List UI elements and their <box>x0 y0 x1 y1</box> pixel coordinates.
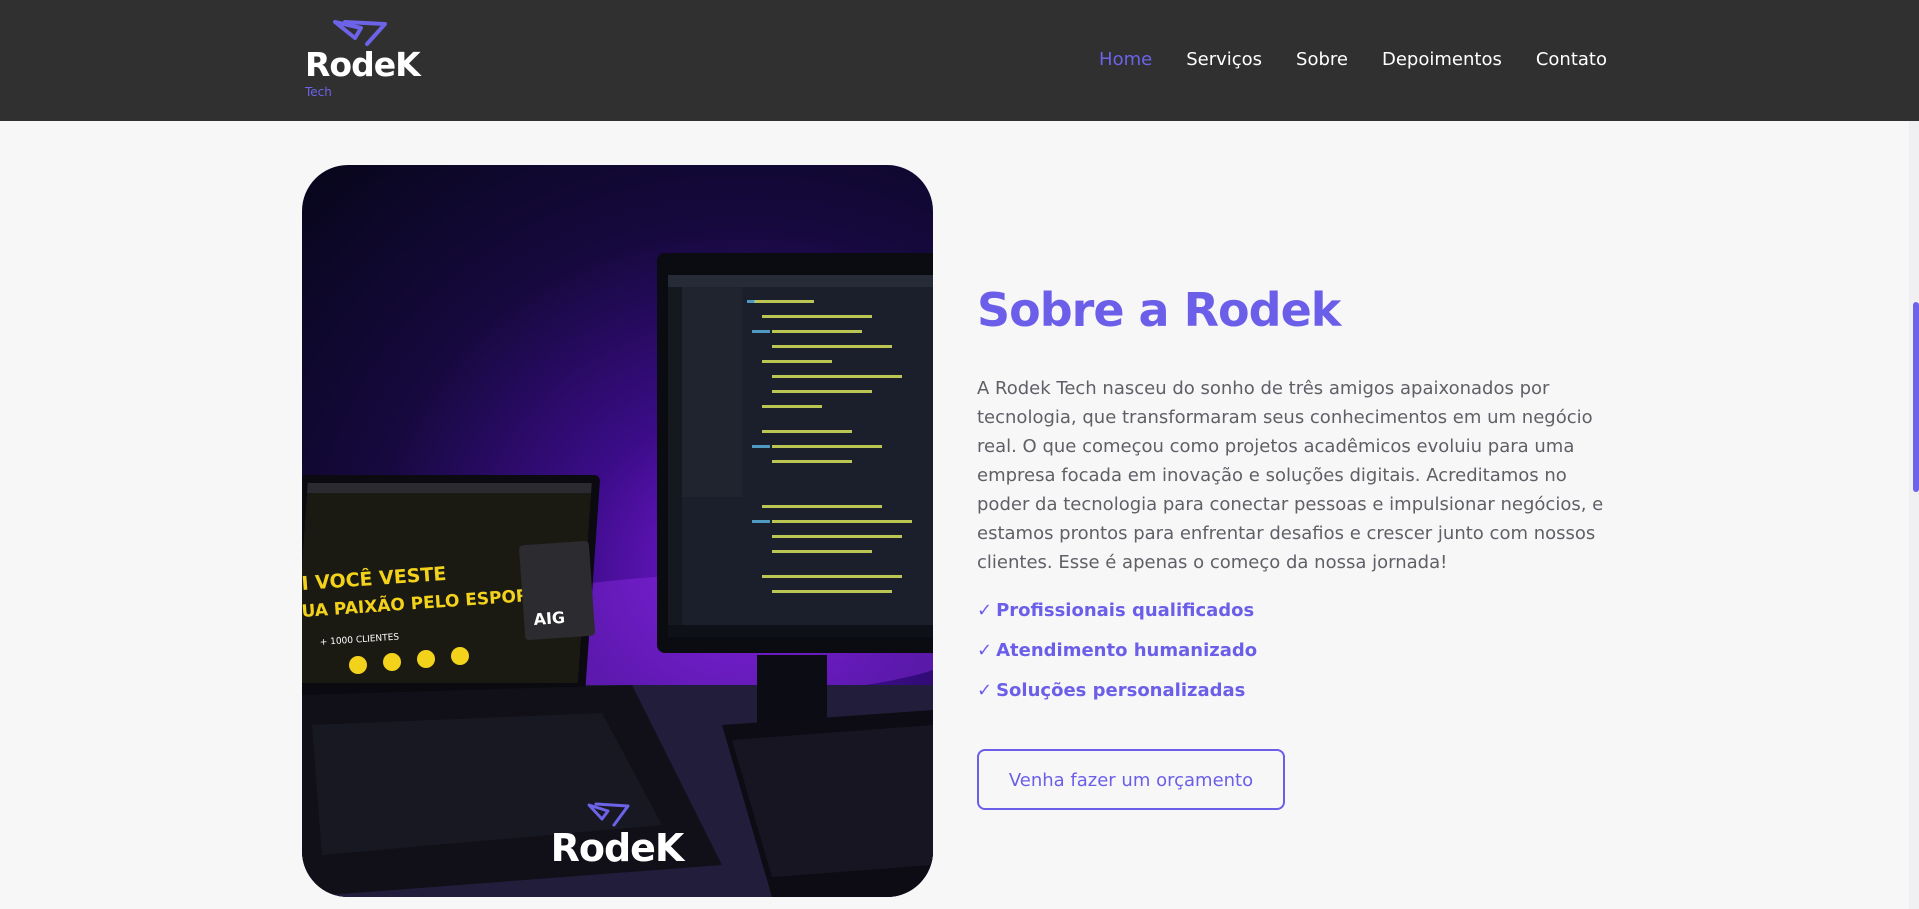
laptop-badge: AIG <box>533 608 566 629</box>
feature-label: Atendimento humanizado <box>996 640 1258 661</box>
nav-item-depoimentos[interactable]: Depoimentos <box>1382 48 1502 72</box>
feature-list: ✓ Profissionais qualificados ✓ Atendimento… <box>977 599 1617 703</box>
about-description: A Rodek Tech nasceu do sonho de três ami… <box>977 378 1604 573</box>
nav-item-home[interactable]: Home <box>1099 48 1152 72</box>
site-header: RodeK Tech Home Serviços Sobre Depoiment… <box>0 0 1919 121</box>
about-section: Sobre a Rodek A Rodek Tech nasceu do son… <box>977 280 1617 810</box>
check-icon: ✓ <box>977 600 993 621</box>
feature-item: ✓ Profissionais qualificados <box>977 599 1617 623</box>
scrollbar-thumb[interactable] <box>1913 302 1919 492</box>
feature-label: Soluções personalizadas <box>996 680 1246 701</box>
feature-label: Profissionais qualificados <box>996 600 1255 621</box>
logo[interactable]: RodeK Tech <box>302 18 422 102</box>
about-photo: I VOCÊ VESTE UA PAIXÃO PELO ESPORTE. + 1… <box>302 165 933 897</box>
main-nav: Home Serviços Sobre Depoimentos Contato <box>1099 48 1607 72</box>
scrollbar-track[interactable] <box>1909 121 1919 909</box>
laptop-and-monitor-icon: I VOCÊ VESTE UA PAIXÃO PELO ESPORTE. + 1… <box>302 253 933 897</box>
logo-wordmark: RodeK <box>305 45 421 84</box>
nav-item-servicos[interactable]: Serviços <box>1186 48 1262 72</box>
check-icon: ✓ <box>977 640 993 661</box>
about-title: Sobre a Rodek <box>977 283 1341 337</box>
photo-watermark-text: RodeK <box>551 826 686 870</box>
quote-button[interactable]: Venha fazer um orçamento <box>977 749 1285 810</box>
nav-item-contato[interactable]: Contato <box>1536 48 1607 72</box>
check-icon: ✓ <box>977 680 993 701</box>
logo-tagline: Tech <box>305 85 332 99</box>
feature-item: ✓ Atendimento humanizado <box>977 639 1617 663</box>
feature-item: ✓ Soluções personalizadas <box>977 679 1617 703</box>
nav-item-sobre[interactable]: Sobre <box>1296 48 1348 72</box>
